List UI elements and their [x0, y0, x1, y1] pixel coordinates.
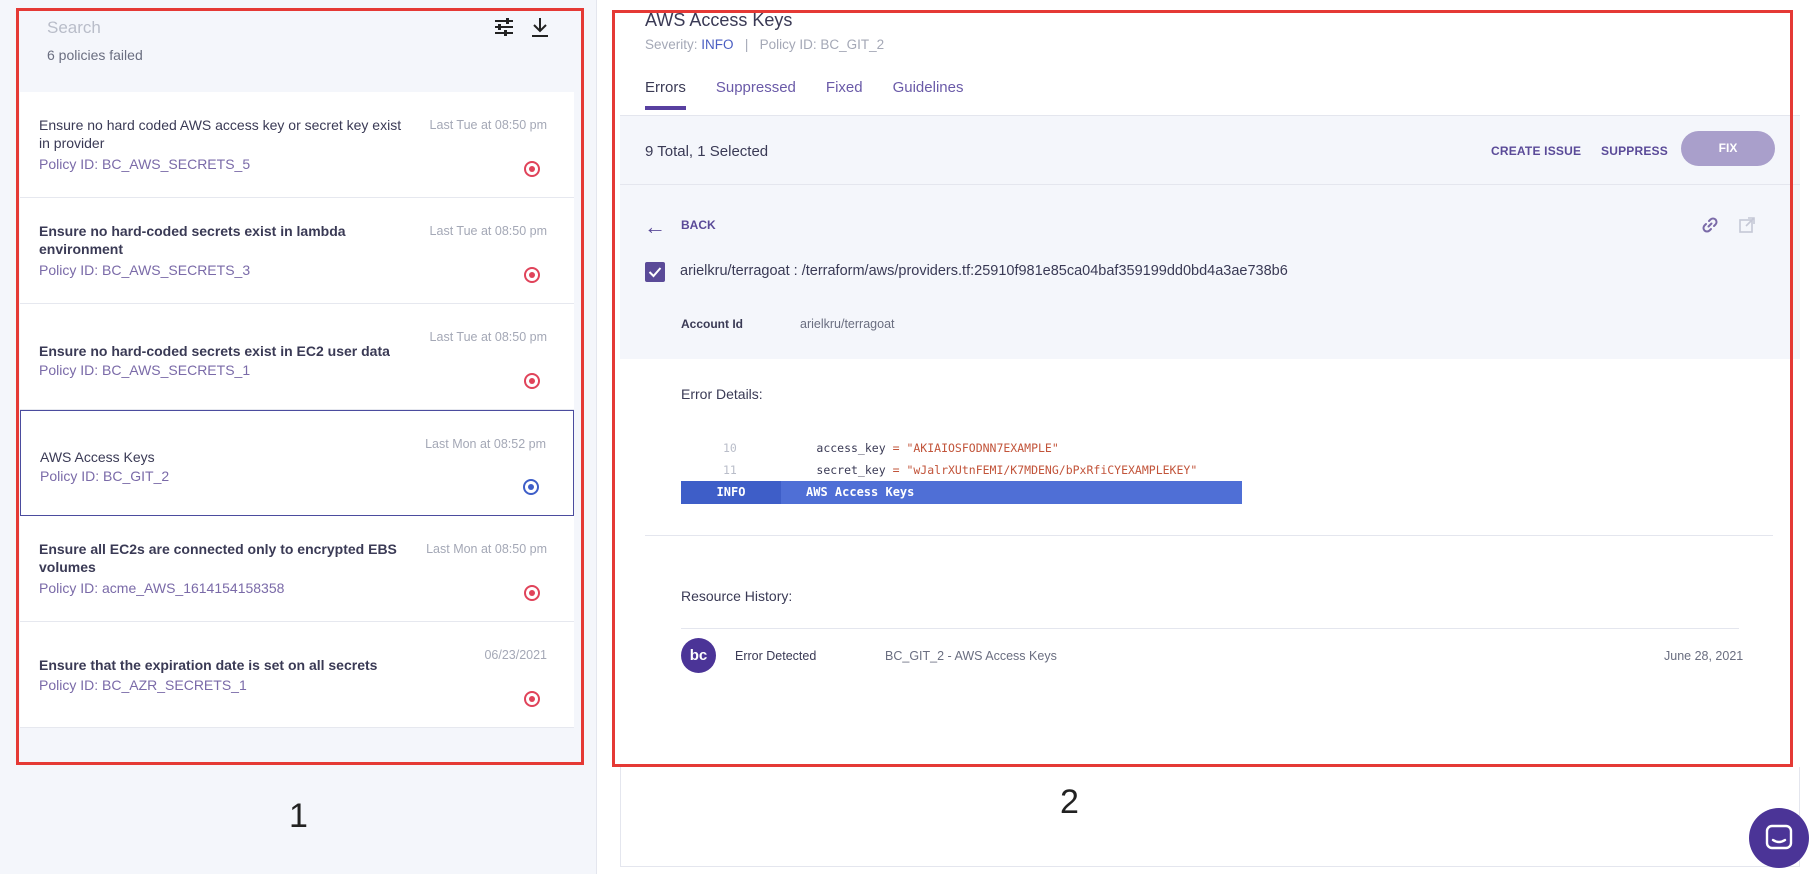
fix-button[interactable]: FIX: [1681, 131, 1775, 166]
policy-time: Last Tue at 08:50 pm: [429, 224, 547, 238]
severity-annotation-text: AWS Access Keys: [806, 485, 915, 499]
policy-time: Last Tue at 08:50 pm: [429, 118, 547, 132]
history-event: Error Detected: [735, 649, 817, 663]
divider: [681, 628, 1739, 629]
policy-list-item[interactable]: Ensure no hard-coded secrets exist in la…: [20, 198, 574, 304]
policy-title: Ensure that the expiration date is set o…: [39, 657, 378, 673]
code-value: "wJalrXUtnFEMI/K7MDENG/bPxRfiCYEXAMPLEKE…: [906, 463, 1198, 477]
policy-title: Ensure no hard-coded secrets exist in EC…: [39, 343, 390, 359]
code-key: access_key: [816, 441, 886, 455]
back-button[interactable]: BACK: [681, 218, 716, 232]
page-title: AWS Access Keys: [645, 10, 793, 30]
policy-list-item[interactable]: Ensure all EC2s are connected only to en…: [20, 516, 574, 622]
code-value: "AKIAIOSFODNN7EXAMPLE": [906, 441, 1059, 455]
chat-launcher-button[interactable]: [1749, 808, 1809, 868]
severity-tag: INFO: [681, 481, 781, 504]
severity-value: INFO: [701, 37, 734, 52]
resource-path: arielkru/terragoat : /terraform/aws/prov…: [680, 263, 1288, 279]
policy-time: 06/23/2021: [484, 648, 547, 662]
error-status-icon: [524, 585, 540, 601]
policy-id: Policy ID: BC_GIT_2: [40, 468, 170, 484]
tab-errors[interactable]: Errors: [645, 79, 686, 110]
line-number: 10: [723, 441, 737, 455]
history-date: June 28, 2021: [1664, 649, 1744, 663]
policy-time: Last Tue at 08:50 pm: [429, 330, 547, 344]
policy-id: Policy ID: BC_AWS_SECRETS_3: [39, 262, 251, 278]
back-arrow-icon[interactable]: ←: [644, 214, 666, 240]
resource-history-heading: Resource History:: [681, 588, 793, 604]
info-status-icon: [523, 479, 539, 495]
policy-title: Ensure all EC2s are connected only to en…: [39, 541, 397, 575]
code-line: 11 secret_key = "wJalrXUtnFEMI/K7MDENG/b…: [681, 463, 1197, 477]
account-id-label: Account Id: [681, 317, 743, 331]
policy-id: Policy ID: BC_AZR_SECRETS_1: [39, 677, 247, 693]
selection-count: 9 Total, 1 Selected: [645, 143, 769, 160]
policy-title: Ensure no hard-coded secrets exist in la…: [39, 223, 346, 257]
code-key: secret_key: [816, 463, 886, 477]
external-link-icon[interactable]: [1738, 216, 1756, 239]
error-status-icon: [524, 691, 540, 707]
suppress-button[interactable]: SUPPRESS: [1601, 144, 1668, 158]
download-icon[interactable]: [529, 16, 551, 38]
policy-title: AWS Access Keys: [40, 449, 155, 465]
divider: [620, 184, 1800, 185]
link-icon[interactable]: [1701, 216, 1719, 239]
policy-meta: Severity: INFO | Policy ID: BC_GIT_2: [645, 37, 884, 52]
policy-list-item[interactable]: Ensure that the expiration date is set o…: [20, 622, 574, 728]
divider: [645, 535, 1773, 536]
tab-fixed[interactable]: Fixed: [826, 79, 863, 110]
filter-icon[interactable]: [493, 16, 515, 38]
code-line: 10 access_key = "AKIAIOSFODNN7EXAMPLE": [681, 441, 1059, 455]
failed-count: 6 policies failed: [47, 47, 143, 63]
meta-divider: |: [737, 37, 756, 52]
policy-list: Ensure no hard coded AWS access key or s…: [20, 92, 574, 728]
policy-list-item-selected[interactable]: AWS Access Keys Policy ID: BC_GIT_2 Last…: [20, 410, 574, 516]
policy-id: Policy ID: acme_AWS_1614154158358: [39, 580, 285, 596]
severity-annotation-bar: INFO AWS Access Keys: [681, 481, 1242, 504]
error-status-icon: [524, 161, 540, 177]
policy-id: Policy ID: BC_AWS_SECRETS_1: [39, 362, 251, 378]
policy-list-item[interactable]: Ensure no hard coded AWS access key or s…: [20, 92, 574, 198]
tab-guidelines[interactable]: Guidelines: [893, 79, 964, 110]
history-policy: BC_GIT_2 - AWS Access Keys: [885, 649, 1057, 663]
error-details-heading: Error Details:: [681, 386, 763, 402]
policy-title: Ensure no hard coded AWS access key or s…: [39, 117, 402, 151]
account-id-value: arielkru/terragoat: [800, 317, 895, 331]
selection-checkbox[interactable]: [645, 262, 665, 282]
policy-id: Policy ID: BC_AWS_SECRETS_5: [39, 156, 251, 172]
severity-label: Severity:: [645, 37, 698, 52]
policy-id: Policy ID: BC_GIT_2: [759, 37, 885, 52]
policy-list-panel: Search 6 policies failed Ensure no hard …: [0, 0, 597, 874]
policy-time: Last Mon at 08:52 pm: [425, 437, 546, 451]
create-issue-button[interactable]: CREATE ISSUE: [1491, 144, 1581, 158]
detail-frame: [620, 767, 1800, 867]
error-status-icon: [524, 373, 540, 389]
line-number: 11: [723, 463, 737, 477]
error-status-icon: [524, 267, 540, 283]
tab-suppressed[interactable]: Suppressed: [716, 79, 796, 110]
chat-icon: [1765, 824, 1793, 850]
search-input[interactable]: Search: [47, 18, 101, 38]
annotation-number-1: 1: [289, 797, 308, 835]
annotation-number-2: 2: [1060, 783, 1079, 821]
avatar: bc: [681, 638, 716, 673]
detail-tabs: Errors Suppressed Fixed Guidelines: [645, 79, 963, 110]
policy-time: Last Mon at 08:50 pm: [426, 542, 547, 556]
policy-list-item[interactable]: Ensure no hard-coded secrets exist in EC…: [20, 304, 574, 410]
